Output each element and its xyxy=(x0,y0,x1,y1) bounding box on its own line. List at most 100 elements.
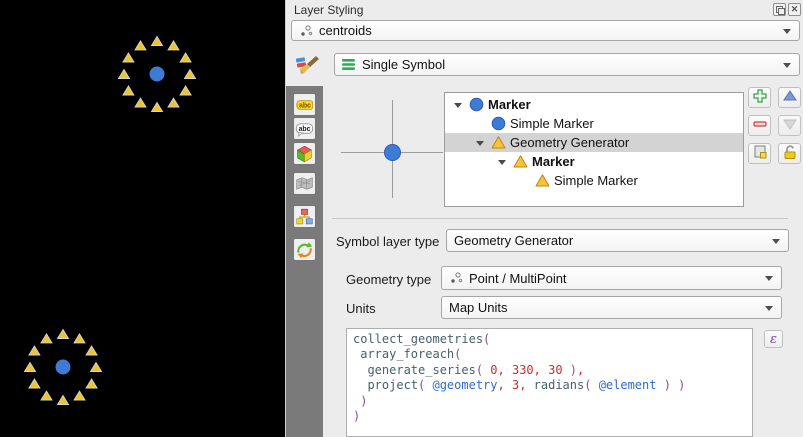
chevron-down-icon xyxy=(783,29,791,34)
renderer-value: Single Symbol xyxy=(362,57,445,72)
map-triangle-marker xyxy=(185,69,196,78)
history-icon xyxy=(295,239,314,261)
qgis-window: Layer Styling ✕ centroids xyxy=(0,0,803,437)
symbol-tree-row[interactable]: Marker xyxy=(445,152,743,171)
symbol-tree-row[interactable]: Simple Marker xyxy=(445,114,743,133)
point-geometry-icon xyxy=(449,271,463,285)
map-triangle-marker xyxy=(168,98,179,107)
svg-text:abc: abc xyxy=(299,126,311,133)
geometry-type-dropdown[interactable]: Point / MultiPoint xyxy=(441,266,782,290)
chevron-down-icon xyxy=(765,276,773,281)
map-symbol xyxy=(119,36,196,111)
triangle-marker-icon xyxy=(513,154,528,169)
expander-icon[interactable] xyxy=(451,98,465,112)
map-triangle-marker xyxy=(74,334,85,343)
map-triangle-marker xyxy=(41,391,52,400)
symbol-tree-label: Marker xyxy=(532,154,575,169)
up-arrow-icon xyxy=(782,88,798,107)
move-up-button[interactable] xyxy=(778,87,801,108)
expression-line: generate_series( 0, 330, 30 ), xyxy=(353,363,746,378)
triangle-marker-icon xyxy=(535,173,550,188)
panel-title: Layer Styling xyxy=(294,3,363,17)
triangle-marker-icon xyxy=(491,135,506,150)
map-canvas[interactable] xyxy=(0,0,285,437)
symbol-tree-label: Geometry Generator xyxy=(510,135,629,150)
map-triangle-marker xyxy=(86,379,97,388)
map-triangle-marker xyxy=(123,53,134,62)
chevron-down-icon xyxy=(783,63,791,68)
svg-text:abc: abc xyxy=(299,102,311,109)
map-triangle-marker xyxy=(123,86,134,95)
units-dropdown[interactable]: Map Units xyxy=(441,296,782,319)
down-arrow-icon xyxy=(782,116,798,135)
styling-tabstrip: abc abc xyxy=(286,86,323,437)
symbol-preview-dot xyxy=(384,144,401,161)
symbol-layer-type-label: Symbol layer type xyxy=(336,234,439,249)
expression-line: ) xyxy=(353,409,746,424)
chevron-down-icon xyxy=(765,306,773,311)
units-value: Map Units xyxy=(449,300,508,315)
layer-styling-panel: Layer Styling ✕ centroids xyxy=(285,0,803,437)
minus-icon xyxy=(752,116,768,135)
tab-diagrams[interactable] xyxy=(293,205,316,228)
symbol-layer-type-value: Geometry Generator xyxy=(454,233,573,248)
symbol-tree[interactable]: Marker Simple Marker Geometry Generator Mar… xyxy=(444,92,744,207)
close-panel-button[interactable]: ✕ xyxy=(788,3,801,16)
map-triangle-marker xyxy=(119,69,130,78)
map-triangle-marker xyxy=(168,41,179,50)
map-triangle-marker xyxy=(41,334,52,343)
geometry-type-label: Geometry type xyxy=(346,272,431,287)
callout-abc-icon: abc xyxy=(295,118,314,140)
tab-symbology[interactable] xyxy=(293,52,321,79)
expander-spacer xyxy=(517,174,531,188)
move-down-button xyxy=(778,115,801,136)
label-abc-icon: abc xyxy=(295,94,314,116)
tab-3d-view[interactable] xyxy=(293,142,316,165)
symbol-tree-label: Marker xyxy=(488,97,531,112)
map-symbol xyxy=(25,329,102,404)
tab-callouts[interactable]: abc xyxy=(293,117,316,140)
map-triangle-marker xyxy=(135,41,146,50)
duplicate-icon xyxy=(752,144,768,163)
duplicate-symbol-layer-button[interactable] xyxy=(748,143,771,164)
epsilon-icon: ε xyxy=(770,332,777,347)
tab-masks[interactable] xyxy=(293,172,316,195)
symbol-tree-row[interactable]: Marker xyxy=(445,95,743,114)
tab-labels[interactable]: abc xyxy=(293,93,316,116)
expression-builder-button[interactable]: ε xyxy=(764,330,783,348)
expander-icon[interactable] xyxy=(495,155,509,169)
separator-line xyxy=(332,218,788,219)
point-layer-icon xyxy=(299,24,313,38)
symbol-layer-type-dropdown[interactable]: Geometry Generator xyxy=(446,229,789,252)
units-label: Units xyxy=(346,301,376,316)
close-icon: ✕ xyxy=(791,5,799,14)
lock-color-button[interactable] xyxy=(778,143,801,164)
float-panel-button[interactable] xyxy=(773,3,786,16)
float-window-icon xyxy=(776,6,783,13)
layer-selector-value: centroids xyxy=(319,23,372,38)
map-triangle-marker xyxy=(29,346,40,355)
map-triangle-marker xyxy=(180,53,191,62)
map-triangle-marker xyxy=(74,391,85,400)
symbol-tree-row[interactable]: Geometry Generator xyxy=(445,133,743,152)
plus-icon xyxy=(752,88,768,107)
add-symbol-layer-button[interactable] xyxy=(748,87,771,108)
expression-line: collect_geometries( xyxy=(353,332,746,347)
expander-spacer xyxy=(473,117,487,131)
map-center-dot xyxy=(150,67,165,82)
tab-history[interactable] xyxy=(293,238,316,261)
symbol-tree-row[interactable]: Simple Marker xyxy=(445,171,743,190)
cube-3d-icon xyxy=(295,143,314,165)
expander-icon[interactable] xyxy=(473,136,487,150)
paintbrush-icon xyxy=(294,52,320,78)
layer-selector-dropdown[interactable]: centroids xyxy=(291,20,800,41)
map-symbols-svg xyxy=(0,0,285,437)
expression-editor[interactable]: collect_geometries( array_foreach( gener… xyxy=(346,328,753,437)
mask-map-icon xyxy=(295,172,314,195)
map-triangle-marker xyxy=(152,102,163,111)
diagram-icon xyxy=(295,206,314,228)
remove-symbol-layer-button[interactable] xyxy=(748,115,771,136)
map-triangle-marker xyxy=(180,86,191,95)
renderer-dropdown[interactable]: Single Symbol xyxy=(334,53,800,76)
symbol-tree-label: Simple Marker xyxy=(510,116,594,131)
